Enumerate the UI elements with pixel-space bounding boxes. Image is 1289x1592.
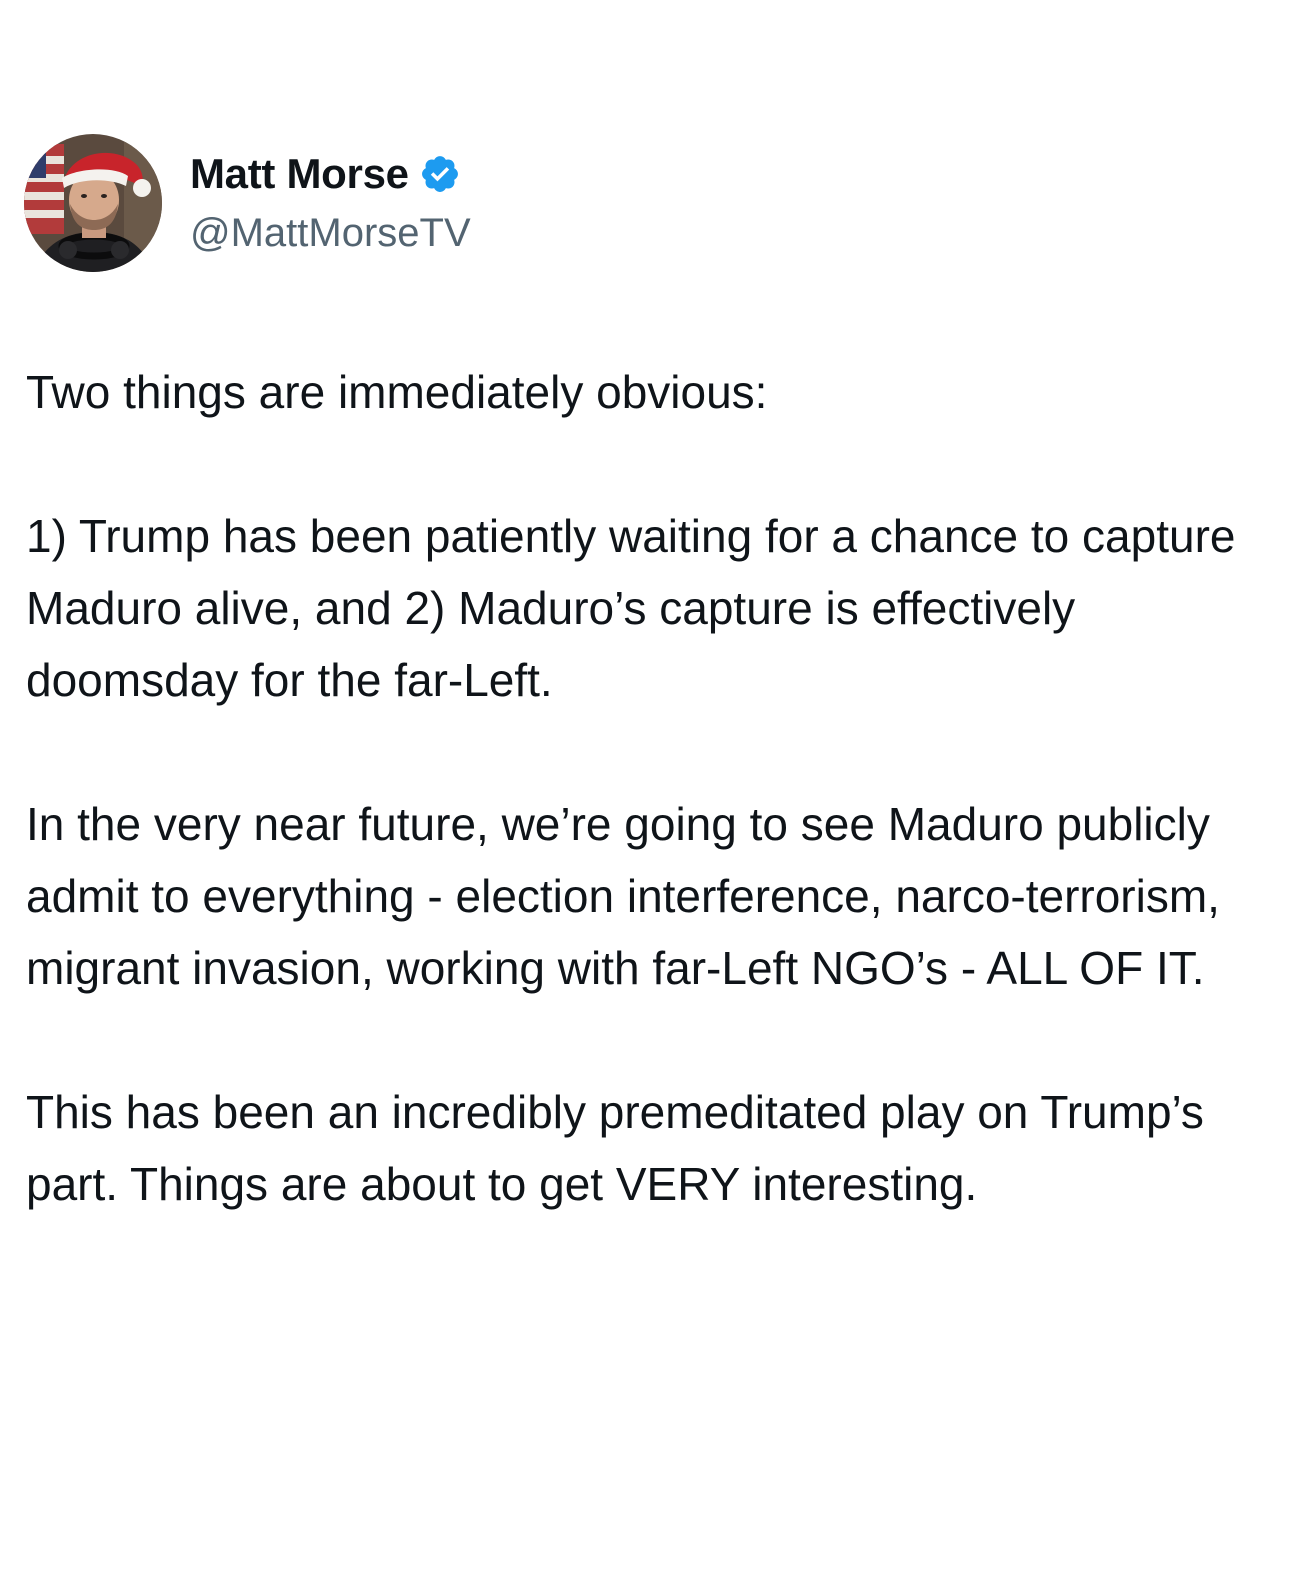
verified-badge-icon	[419, 153, 461, 195]
user-avatar-icon	[24, 134, 162, 272]
name-row: Matt Morse	[190, 153, 471, 195]
author-info: Matt Morse @MattMorseTV	[190, 153, 471, 254]
tweet-paragraph: This has been an incredibly premeditated…	[26, 1086, 1204, 1210]
tweet-text: Two things are immediately obvious: 1) T…	[26, 356, 1266, 1220]
avatar[interactable]	[24, 134, 162, 272]
tweet-paragraph: 1) Trump has been patiently waiting for …	[26, 510, 1236, 706]
display-name[interactable]: Matt Morse	[190, 153, 409, 195]
author-handle[interactable]: @MattMorseTV	[190, 213, 471, 253]
tweet: Matt Morse @MattMorseTV Two things are i…	[0, 0, 1289, 1592]
tweet-paragraph: In the very near future, we’re going to …	[26, 798, 1220, 994]
tweet-header: Matt Morse @MattMorseTV	[24, 132, 471, 274]
tweet-paragraph: Two things are immediately obvious:	[26, 366, 768, 418]
